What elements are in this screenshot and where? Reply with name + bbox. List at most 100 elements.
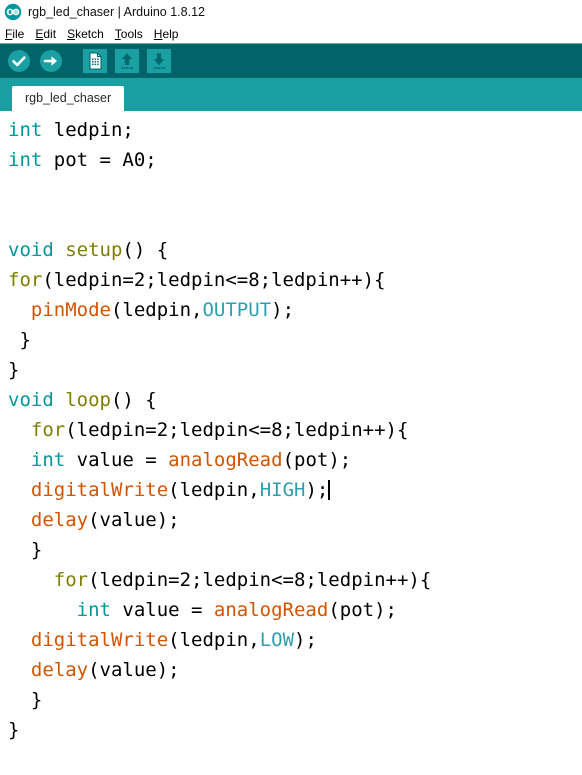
code-token: loop — [65, 389, 111, 411]
code-line: int value = analogRead(pot); — [8, 595, 582, 625]
code-token: } — [8, 329, 31, 351]
code-line: } — [8, 535, 582, 565]
code-line: int value = analogRead(pot); — [8, 445, 582, 475]
code-token: (ledpin, — [110, 299, 203, 321]
code-token: () { — [110, 389, 157, 411]
code-line: } — [8, 355, 582, 385]
menu-file-rest: ile — [12, 26, 25, 41]
open-button[interactable] — [114, 48, 140, 74]
code-line: for(ledpin=2;ledpin<=8;ledpin++){ — [8, 265, 582, 295]
code-token: for — [30, 419, 66, 441]
menu-sketch-mnemonic: S — [67, 26, 76, 41]
menu-item-tools[interactable]: Tools — [115, 28, 150, 40]
code-token: value = — [65, 449, 169, 471]
code-token: (ledpin=2;ledpin<=8;ledpin++){ — [88, 569, 432, 591]
code-token: int — [30, 449, 66, 471]
code-token: } — [8, 539, 43, 561]
code-token: digitalWrite — [30, 479, 169, 501]
text-caret — [328, 480, 331, 500]
code-token: pot = A0; — [42, 149, 157, 171]
code-token: (ledpin=2;ledpin<=8;ledpin++){ — [42, 269, 386, 291]
code-token: void — [8, 239, 54, 261]
code-token: } — [8, 689, 43, 711]
code-token: analogRead — [168, 449, 283, 471]
code-token: ); — [305, 479, 329, 501]
arduino-infinity-logo-icon — [4, 3, 22, 21]
code-line: } — [8, 715, 582, 745]
menu-item-edit[interactable]: Edit — [35, 28, 63, 40]
code-token: setup — [65, 239, 123, 261]
new-button[interactable] — [82, 48, 108, 74]
code-line: void setup() { — [8, 235, 582, 265]
code-token: int — [8, 149, 43, 171]
code-line: int pot = A0; — [8, 145, 582, 175]
code-token: } — [8, 359, 20, 381]
arduino-ide-window: rgb_led_chaser | Arduino 1.8.12 File Edi… — [0, 0, 582, 775]
code-line: } — [8, 325, 582, 355]
code-token: (value); — [88, 509, 180, 531]
code-content[interactable]: int ledpin; int pot = A0; void setup() {f… — [0, 115, 582, 745]
code-token: (value); — [88, 659, 180, 681]
code-token: (ledpin=2;ledpin<=8;ledpin++){ — [65, 419, 409, 441]
code-token: value = — [110, 599, 214, 621]
code-token: int — [8, 119, 43, 141]
title-bar: rgb_led_chaser | Arduino 1.8.12 — [0, 0, 582, 24]
code-line: digitalWrite(ledpin,LOW); — [8, 625, 582, 655]
upload-button[interactable] — [38, 48, 64, 74]
menu-item-sketch[interactable]: Sketch — [67, 28, 111, 40]
code-token: () { — [122, 239, 169, 261]
code-token: HIGH — [259, 479, 306, 501]
code-line: } — [8, 685, 582, 715]
code-line: for(ledpin=2;ledpin<=8;ledpin++){ — [8, 415, 582, 445]
tab-rgb-led-chaser[interactable]: rgb_led_chaser — [12, 85, 125, 111]
code-line: digitalWrite(ledpin,HIGH); — [8, 475, 582, 505]
toolbar — [0, 44, 582, 78]
code-token: } — [8, 719, 20, 741]
tab-bar: rgb_led_chaser — [0, 78, 582, 111]
menu-bar: File Edit Sketch Tools Help — [0, 24, 582, 44]
code-line: delay(value); — [8, 655, 582, 685]
code-line: delay(value); — [8, 505, 582, 535]
menu-tools-rest: ools — [120, 26, 143, 41]
code-token: ); — [271, 299, 295, 321]
code-token: pinMode — [30, 299, 111, 321]
menu-item-file[interactable]: File — [5, 28, 31, 40]
code-token: LOW — [259, 629, 295, 651]
code-token: (pot); — [328, 599, 397, 621]
window-title: rgb_led_chaser | Arduino 1.8.12 — [28, 4, 205, 19]
code-token: (ledpin, — [168, 629, 260, 651]
code-token: (ledpin, — [168, 479, 260, 501]
code-token: for — [53, 569, 89, 591]
code-token: int — [76, 599, 111, 621]
code-editor[interactable]: int ledpin; int pot = A0; void setup() {f… — [0, 111, 582, 775]
code-line: int ledpin; — [8, 115, 582, 145]
code-token: delay — [30, 659, 89, 681]
code-token: ledpin; — [42, 119, 134, 141]
code-token: for — [8, 269, 43, 291]
verify-button[interactable] — [6, 48, 32, 74]
menu-help-rest: elp — [162, 26, 179, 41]
menu-sketch-rest: ketch — [75, 26, 104, 41]
code-token: analogRead — [213, 599, 329, 621]
save-button[interactable] — [146, 48, 172, 74]
code-token: OUTPUT — [202, 299, 272, 321]
menu-edit-rest: dit — [43, 26, 57, 41]
code-token: digitalWrite — [30, 629, 169, 651]
code-line: for(ledpin=2;ledpin<=8;ledpin++){ — [8, 565, 582, 595]
menu-item-help[interactable]: Help — [154, 28, 186, 40]
code-line: void loop() { — [8, 385, 582, 415]
code-line: pinMode(ledpin,OUTPUT); — [8, 295, 582, 325]
code-token: delay — [30, 509, 89, 531]
